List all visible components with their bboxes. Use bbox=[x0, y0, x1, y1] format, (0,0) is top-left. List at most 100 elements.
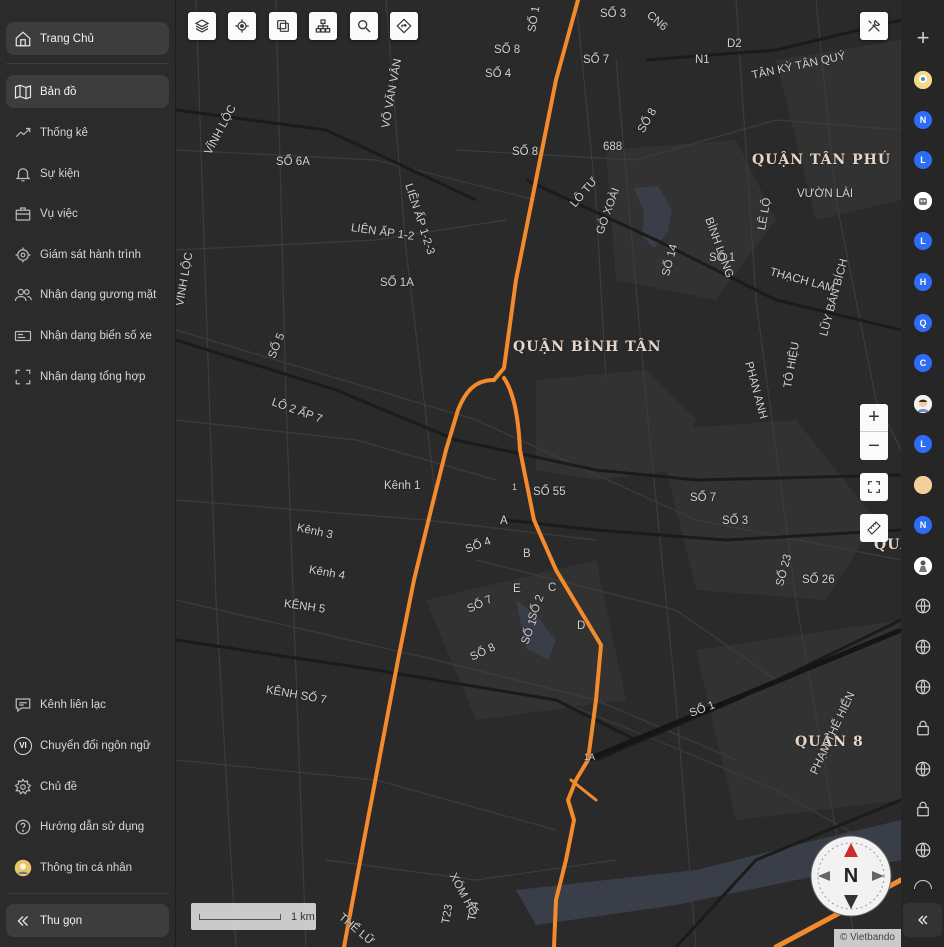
message-icon bbox=[14, 696, 32, 714]
ruler-icon bbox=[867, 521, 881, 535]
avatar-icon bbox=[14, 859, 32, 877]
zoom-out-button[interactable]: − bbox=[860, 432, 888, 460]
layers-icon bbox=[194, 19, 210, 33]
sidebar-item-label: Sự kiện bbox=[40, 167, 80, 180]
sidebar-item-language[interactable]: VI Chuyển đổi ngôn ngữ bbox=[6, 729, 169, 762]
map-label-street: SỐ 26 bbox=[802, 574, 835, 586]
map-label-street: SỐ 6A bbox=[276, 156, 310, 168]
directions-button[interactable] bbox=[390, 12, 418, 40]
scale-label: 1 km bbox=[291, 910, 315, 923]
sidebar-item-combined[interactable]: Nhận dạng tổng hợp bbox=[6, 360, 169, 393]
lock-icon bbox=[917, 801, 929, 817]
rail-globe[interactable] bbox=[914, 841, 932, 859]
search-icon bbox=[358, 19, 371, 33]
scale-bar-line bbox=[199, 913, 281, 920]
map-label-street: B bbox=[523, 548, 531, 560]
map-label-street: SỐ 7 bbox=[690, 492, 717, 504]
layers-button[interactable] bbox=[188, 12, 216, 40]
rail-contact-L[interactable]: L bbox=[914, 151, 932, 169]
measure-button[interactable] bbox=[860, 514, 888, 542]
rail-globe[interactable] bbox=[914, 597, 932, 615]
map-label-highway: 1 bbox=[512, 482, 518, 492]
map-canvas[interactable]: QUẬN BÌNH TÂN QUẬN TÂN PHÚ QUẬN 8 QUẬ VĨ… bbox=[176, 0, 901, 947]
compass-north-label: N bbox=[843, 865, 859, 887]
sidebar-item-profile[interactable]: Thông tin cá nhân bbox=[6, 851, 169, 884]
rail-globe[interactable] bbox=[914, 678, 932, 696]
collapse-button[interactable]: Thu gọn bbox=[6, 904, 169, 937]
map-label-street: SỐ 55 bbox=[533, 486, 566, 498]
scale-bar: 1 km bbox=[191, 903, 316, 930]
map-attribution[interactable]: © Vietbando bbox=[833, 929, 901, 947]
map-label-street: E bbox=[513, 583, 521, 595]
map-label-street: SỐ 3 bbox=[722, 515, 749, 527]
locate-button[interactable] bbox=[228, 12, 256, 40]
rail-partial-icon bbox=[914, 880, 932, 889]
add-button[interactable]: + bbox=[913, 27, 933, 49]
sidebar-item-label: Nhận dạng tổng hợp bbox=[40, 370, 146, 383]
sidebar-item-cases[interactable]: Vụ việc bbox=[6, 197, 169, 230]
copy-icon bbox=[277, 20, 289, 32]
sidebar-item-map[interactable]: Bản đồ bbox=[6, 75, 169, 108]
minus-icon: − bbox=[868, 434, 880, 457]
sidebar-item-label: Bản đồ bbox=[40, 85, 77, 98]
rail-avatar[interactable] bbox=[914, 71, 932, 89]
compass[interactable]: N bbox=[810, 835, 892, 917]
rail-avatar[interactable] bbox=[914, 192, 932, 210]
copy-button[interactable] bbox=[269, 12, 297, 40]
sidebar-item-contact[interactable]: Kênh liên lạc bbox=[6, 688, 169, 721]
map-label-street: 688 bbox=[603, 141, 623, 153]
sidebar-item-label: Thống kê bbox=[40, 126, 88, 139]
map-label-street: C bbox=[548, 582, 557, 594]
bell-icon bbox=[14, 165, 32, 183]
search-button[interactable] bbox=[350, 12, 378, 40]
fullscreen-icon bbox=[868, 481, 880, 493]
sidebar-item-events[interactable]: Sự kiện bbox=[6, 157, 169, 190]
map-label-street: N1 bbox=[695, 54, 710, 66]
rail-avatar[interactable] bbox=[914, 476, 932, 494]
map-icon bbox=[14, 83, 32, 101]
face-avatar-icon bbox=[914, 395, 932, 413]
home-icon bbox=[14, 30, 32, 48]
sidebar-item-statistics[interactable]: Thống kê bbox=[6, 116, 169, 149]
rail-contact-N[interactable]: N bbox=[914, 516, 932, 534]
rail-lock[interactable] bbox=[914, 800, 932, 818]
globe-icon bbox=[915, 598, 931, 614]
sidebar-item-face[interactable]: Nhận dạng gương mặt bbox=[6, 278, 169, 311]
rail-contact-C[interactable]: C bbox=[914, 354, 932, 372]
rail-globe[interactable] bbox=[914, 760, 932, 778]
rail-lock[interactable] bbox=[914, 719, 932, 737]
sidebar-item-help[interactable]: Hướng dẫn sử dụng bbox=[6, 810, 169, 843]
sidebar-item-label: Nhận dạng gương mặt bbox=[40, 288, 157, 301]
rail-contact-L[interactable]: L bbox=[914, 232, 932, 250]
tools-button[interactable] bbox=[860, 12, 888, 40]
sidebar-item-label: Chuyển đổi ngôn ngữ bbox=[40, 739, 151, 752]
collapse-label: Thu gọn bbox=[40, 914, 83, 927]
globe-icon bbox=[915, 679, 931, 695]
gear-icon bbox=[14, 777, 32, 796]
rail-avatar[interactable] bbox=[914, 557, 932, 575]
scan-icon bbox=[14, 368, 32, 386]
sidebar-item-label: Thông tin cá nhân bbox=[40, 861, 133, 874]
target-icon bbox=[14, 246, 32, 264]
rail-contact-Q[interactable]: Q bbox=[914, 314, 932, 332]
hierarchy-button[interactable] bbox=[309, 12, 337, 40]
home-button[interactable]: Trang Chủ bbox=[6, 22, 169, 55]
sidebar-item-label: Hướng dẫn sử dụng bbox=[40, 820, 145, 833]
sidebar-item-journey[interactable]: Giám sát hành trình bbox=[6, 238, 169, 271]
fullscreen-button[interactable] bbox=[860, 473, 888, 501]
sidebar-item-theme[interactable]: Chủ đề bbox=[6, 770, 169, 803]
zoom-in-button[interactable]: + bbox=[860, 404, 888, 432]
rail-avatar[interactable] bbox=[914, 395, 932, 413]
rail-collapse-button[interactable] bbox=[903, 903, 942, 937]
sidebar-item-plate[interactable]: Nhận dạng biển số xe bbox=[6, 319, 169, 352]
rail-contact-H[interactable]: H bbox=[914, 273, 932, 291]
map-base-layer bbox=[176, 0, 901, 947]
map-label-street: SỐ 7 bbox=[583, 54, 610, 66]
map-label-street: SỐ 8 bbox=[494, 44, 521, 56]
rail-contact-N[interactable]: N bbox=[914, 111, 932, 129]
rail-contact-L[interactable]: L bbox=[914, 435, 932, 453]
blank-avatar-icon bbox=[914, 476, 932, 494]
map-label-canal: Kênh 1 bbox=[384, 480, 421, 492]
rail-globe[interactable] bbox=[914, 638, 932, 656]
right-rail: + N L L H Q C L N bbox=[901, 0, 944, 947]
